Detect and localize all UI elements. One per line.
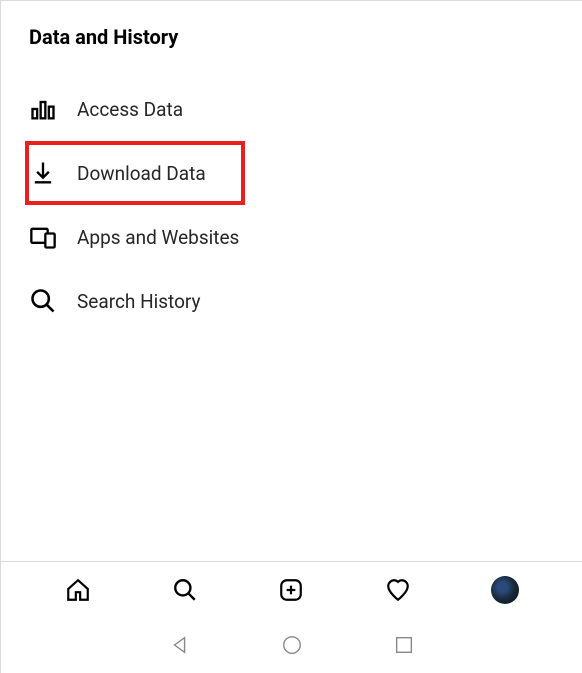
- recents-button[interactable]: [392, 633, 416, 657]
- system-nav: [1, 617, 582, 673]
- menu-item-access-data[interactable]: Access Data: [29, 77, 554, 141]
- menu-item-download-data[interactable]: Download Data: [25, 141, 245, 205]
- menu-item-search-history[interactable]: Search History: [29, 269, 554, 333]
- search-icon: [29, 287, 57, 315]
- heart-icon[interactable]: [384, 576, 412, 604]
- bar-chart-icon: [29, 95, 57, 123]
- menu-label: Apps and Websites: [77, 226, 239, 249]
- download-icon: [29, 159, 57, 187]
- bottom-nav: [1, 561, 582, 617]
- search-nav-icon[interactable]: [171, 576, 199, 604]
- menu-label: Download Data: [77, 162, 206, 185]
- home-icon[interactable]: [64, 576, 92, 604]
- section-title: Data and History: [29, 25, 554, 49]
- content-area: Data and History Access Data Download Da…: [1, 1, 582, 333]
- new-post-icon[interactable]: [277, 576, 305, 604]
- menu-item-apps-websites[interactable]: Apps and Websites: [29, 205, 554, 269]
- menu-label: Access Data: [77, 98, 183, 121]
- menu-label: Search History: [77, 290, 201, 313]
- back-button[interactable]: [168, 633, 192, 657]
- profile-avatar[interactable]: [491, 576, 519, 604]
- home-button[interactable]: [280, 633, 304, 657]
- apps-icon: [29, 223, 57, 251]
